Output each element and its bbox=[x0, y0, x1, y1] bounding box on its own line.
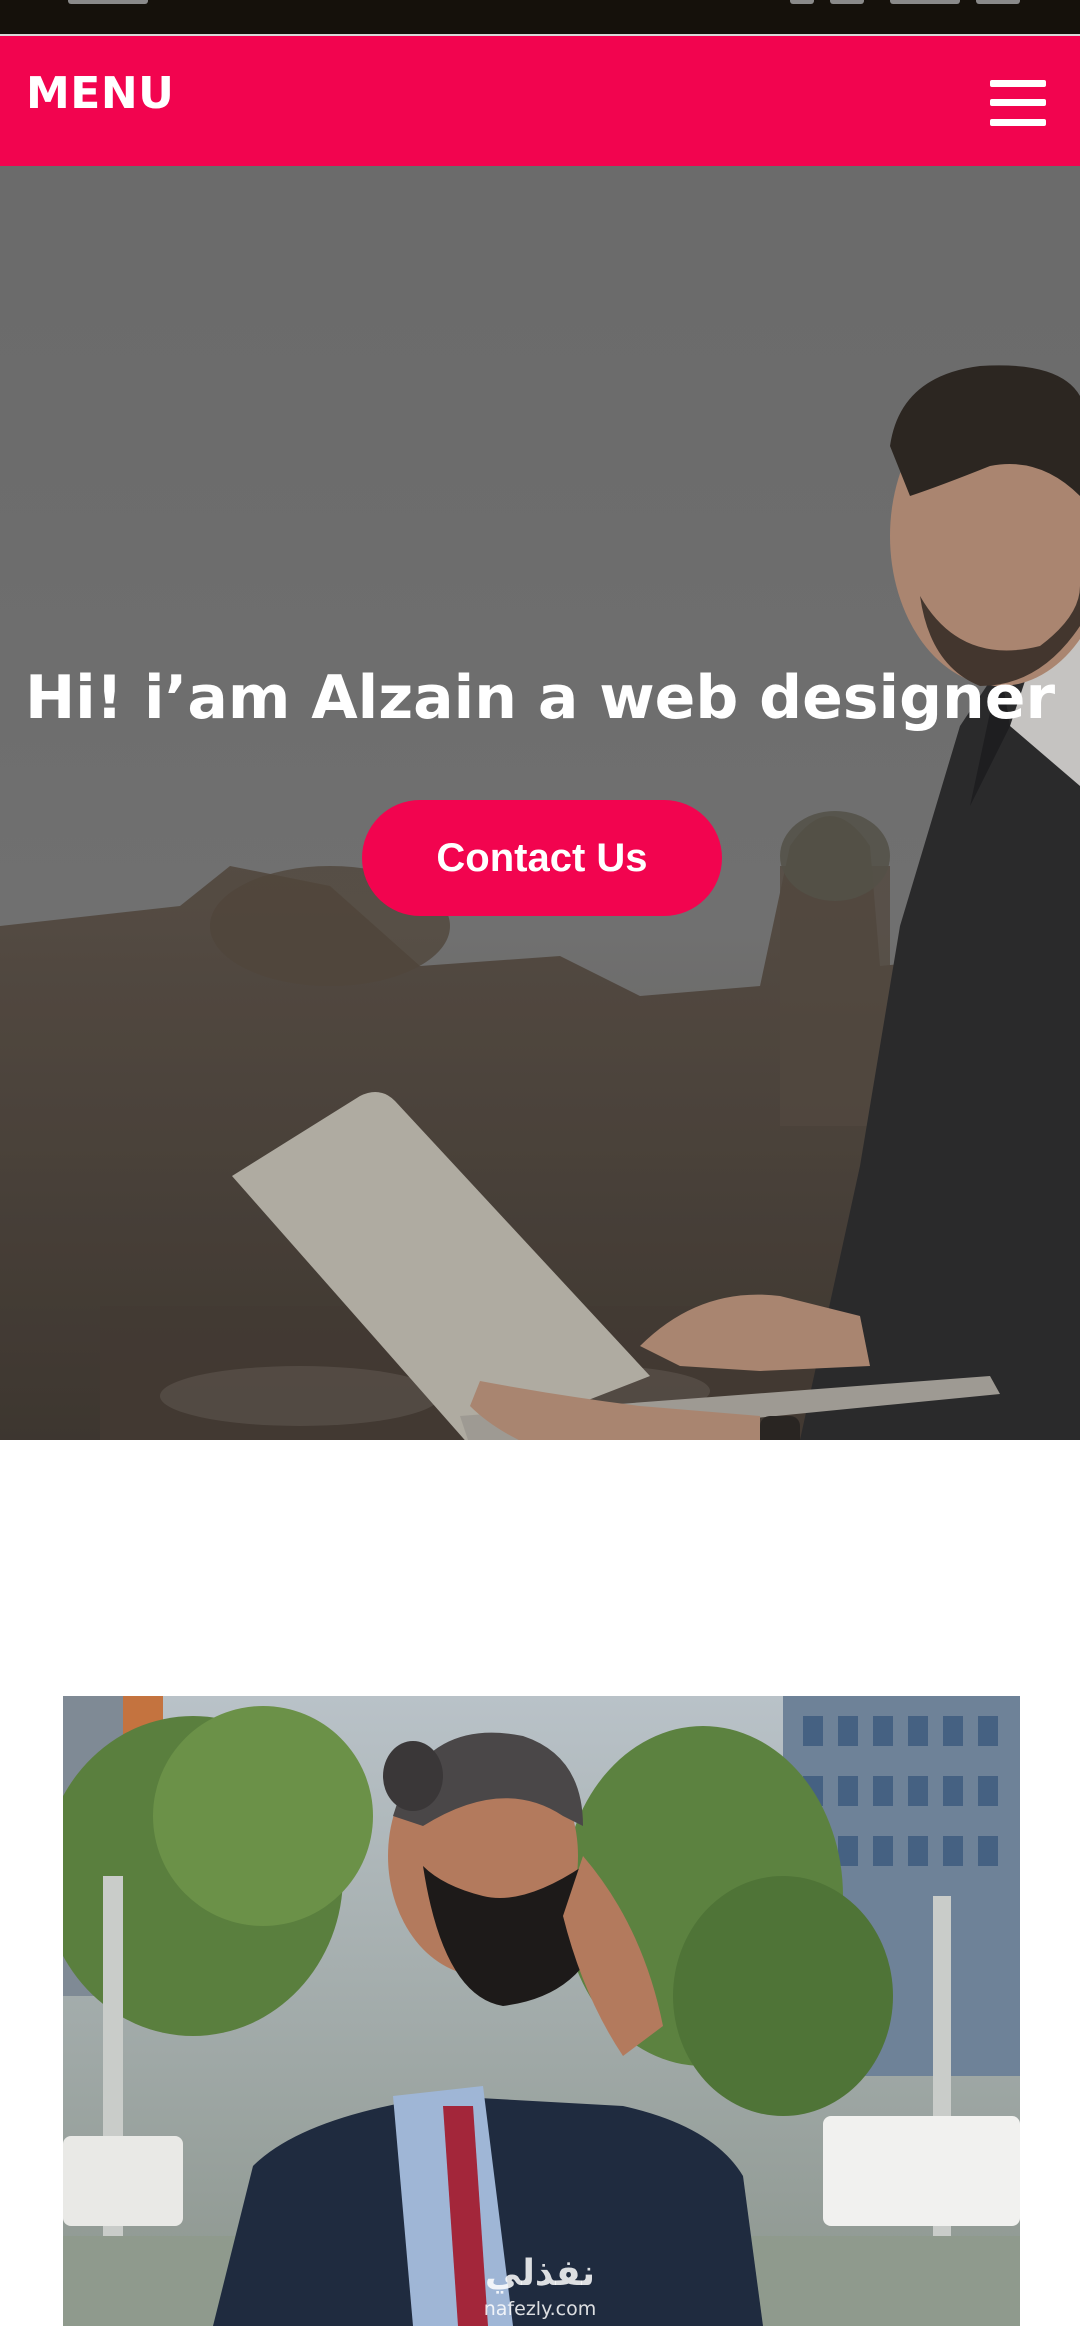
status-bar bbox=[0, 0, 1080, 36]
status-icons bbox=[790, 0, 1020, 4]
top-navbar: MENU bbox=[0, 36, 1080, 166]
menu-title: MENU bbox=[26, 68, 175, 119]
watermark-arabic-text: نفذلي bbox=[484, 2253, 596, 2294]
watermark-site-text: nafezly.com bbox=[483, 2298, 597, 2320]
contact-us-button[interactable]: Contact Us bbox=[362, 800, 722, 916]
businessman-phone-image bbox=[63, 1696, 1020, 2326]
status-clock bbox=[68, 0, 148, 4]
hamburger-menu-icon[interactable] bbox=[990, 80, 1046, 126]
hero-section: Hi! i’am Alzain a web designer Contact U… bbox=[0, 166, 1080, 1440]
about-photo bbox=[63, 1696, 1020, 2326]
hero-title: Hi! i’am Alzain a web designer bbox=[24, 663, 1056, 733]
